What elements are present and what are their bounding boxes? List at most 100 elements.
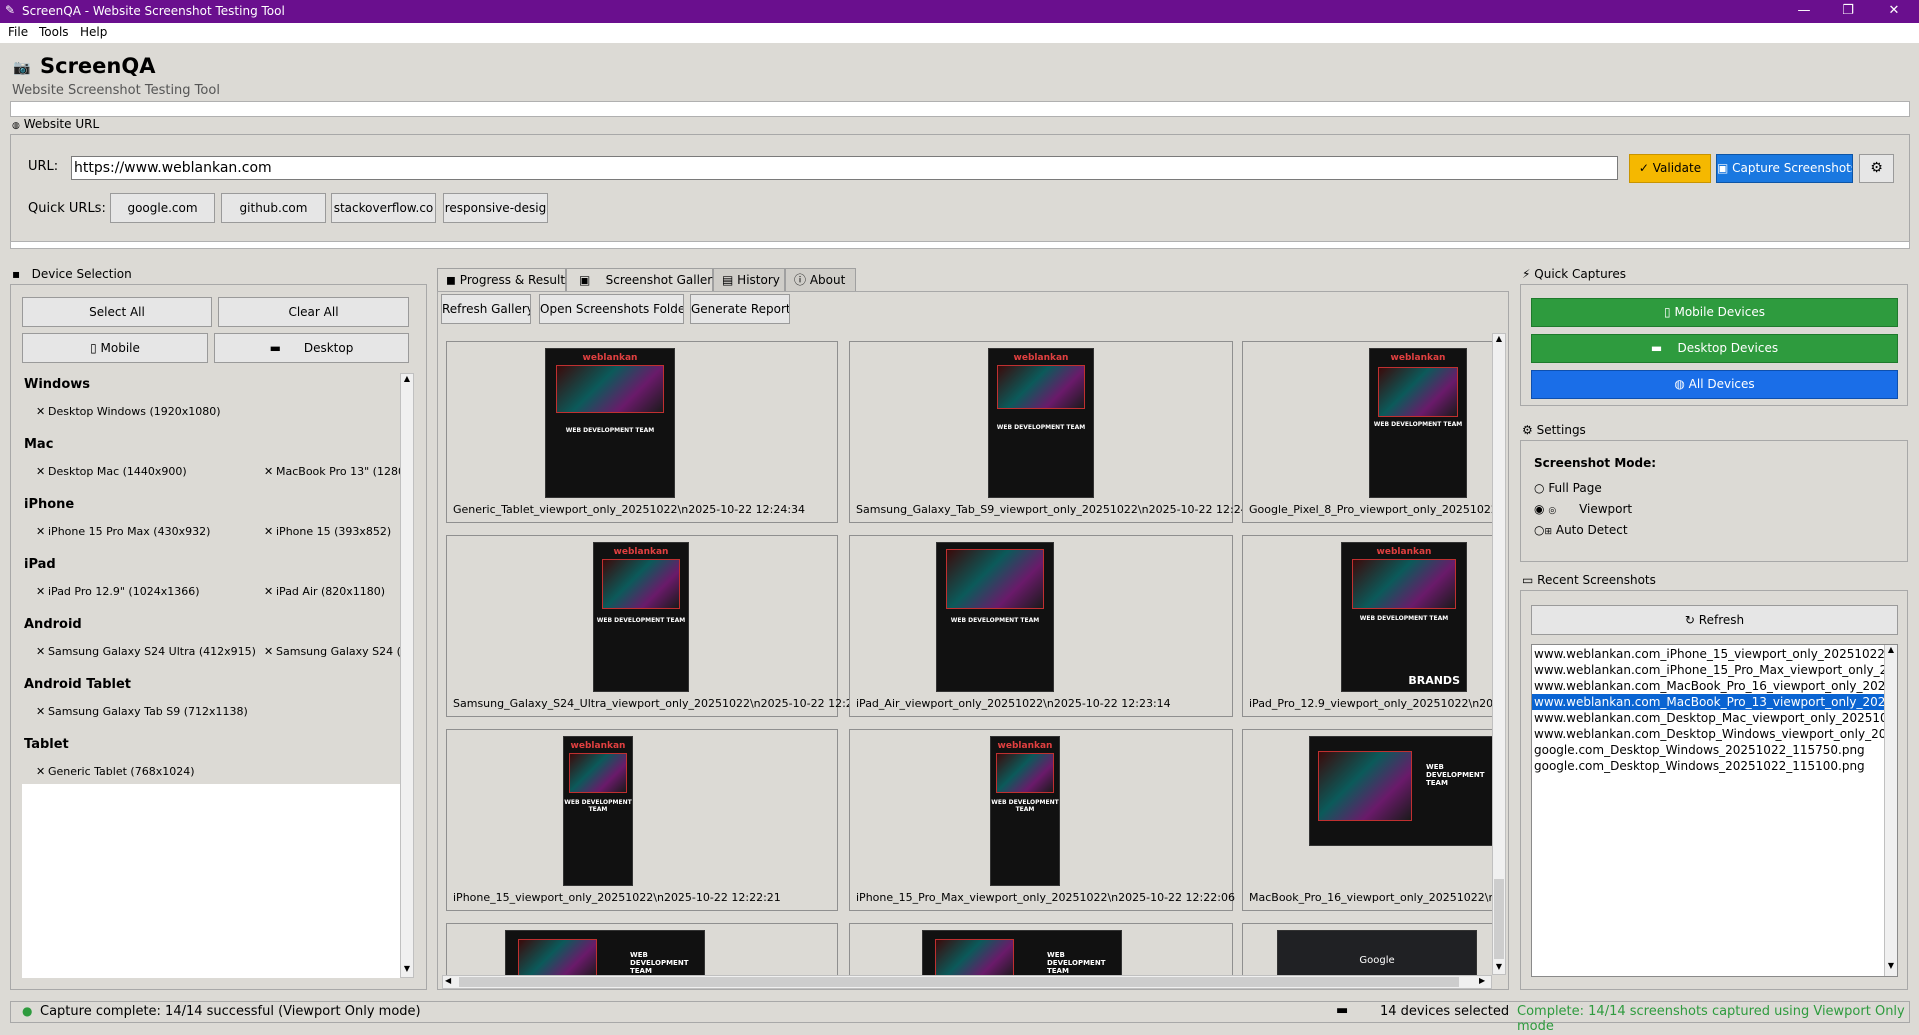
gallery-card[interactable]: WEB DEVELOPMENT TEAM MacBook_Pro_16_view… — [1242, 729, 1492, 911]
device-list — [22, 373, 400, 978]
scroll-right-icon[interactable]: ▶ — [1479, 976, 1485, 985]
gallery-card[interactable]: Google — [1242, 923, 1492, 975]
tab-screenshot-gallery[interactable]: ▣ Screenshot Gallery — [566, 268, 719, 292]
scroll-left-icon[interactable]: ◀ — [445, 976, 451, 985]
screenshot-thumbnail: weblankan WEB DEVELOPMENT TEAM — [1369, 348, 1467, 498]
recent-screenshots-list[interactable]: www.weblankan.com_iPhone_15_viewport_onl… — [1531, 644, 1898, 977]
scroll-thumb[interactable] — [1494, 879, 1504, 959]
list-item[interactable]: www.weblankan.com_iPhone_15_Pro_Max_view… — [1532, 662, 1897, 678]
generate-report-button[interactable]: Generate Report — [690, 294, 790, 324]
gallery-horizontal-scrollbar[interactable]: ◀ ▶ — [442, 975, 1492, 989]
device-checkbox[interactable]: ✕ Desktop Mac (1440x900) — [36, 465, 187, 478]
checked-icon: ✕ — [36, 405, 46, 418]
recent-list-scrollbar[interactable]: ▲ ▼ — [1884, 645, 1897, 976]
capture-screenshots-button[interactable]: ▣ Capture Screenshots — [1716, 154, 1853, 183]
select-all-button[interactable]: Select All — [22, 297, 212, 327]
gallery-card[interactable]: weblankan WEB DEVELOPMENT TEAM Generic_Ta… — [446, 341, 838, 523]
quick-captures-label: ⚡ Quick Captures — [1522, 267, 1626, 281]
checked-icon: ✕ — [36, 705, 46, 718]
menu-help[interactable]: Help — [80, 25, 107, 39]
website-url-group — [10, 134, 1910, 249]
mobile-filter-button[interactable]: ▯ Mobile — [22, 333, 208, 363]
completion-message: Complete: 14/14 screenshots captured usi… — [1517, 1004, 1905, 1034]
gallery-vertical-scrollbar[interactable]: ▲ ▼ — [1492, 333, 1506, 975]
mode-viewport-radio[interactable]: ◉ ◎ Viewport — [1534, 502, 1632, 516]
gallery-card[interactable]: weblankan WEB DEVELOPMENT TEAM Google_Pix… — [1242, 341, 1492, 523]
scroll-down-icon[interactable]: ▼ — [1886, 961, 1896, 970]
quick-mobile-devices-button[interactable]: ▯ Mobile Devices — [1531, 298, 1898, 327]
minimize-button[interactable]: — — [1784, 1, 1824, 21]
gallery-card[interactable]: weblankan WEB DEVELOPMENT TEAM BRANDS iPad… — [1242, 535, 1492, 717]
gallery-card[interactable]: weblankan WEB DEVELOPMENT TEAM Samsung_Ga… — [446, 535, 877, 717]
scroll-thumb[interactable] — [459, 977, 1459, 987]
list-item-selected[interactable]: www.weblankan.com_MacBook_Pro_13_viewpor… — [1532, 694, 1897, 710]
checked-icon: ✕ — [264, 585, 274, 598]
radio-selected-icon: ◉ — [1534, 502, 1545, 516]
device-checkbox[interactable]: ✕ iPad Pro 12.9" (1024x1366) — [36, 585, 200, 598]
devices-icon: ▬ — [1336, 1003, 1349, 1018]
scroll-up-icon[interactable]: ▲ — [402, 374, 412, 383]
device-list-scrollbar[interactable]: ▲ ▼ — [400, 373, 414, 978]
card-label: iPhone_15_Pro_Max_viewport_only_20251022… — [856, 891, 1235, 904]
quick-url-github[interactable]: github.com — [221, 193, 326, 223]
category-windows: Windows — [24, 377, 91, 392]
settings-gear-button[interactable]: ⚙ — [1859, 154, 1894, 183]
quick-url-responsive[interactable]: responsive-desig — [443, 193, 548, 223]
device-checkbox[interactable]: ✕ iPhone 15 Pro Max (430x932) — [36, 525, 210, 538]
list-item[interactable]: www.weblankan.com_iPhone_15_viewport_onl… — [1532, 646, 1897, 662]
gallery-card[interactable]: WEB DEVELOPMENT TEAM — [446, 923, 838, 975]
card-label: MacBook_Pro_16_viewport_only_20251022\n2… — [1249, 891, 1492, 904]
validate-button[interactable]: ✓ Validate — [1629, 154, 1711, 183]
close-button[interactable]: ✕ — [1874, 1, 1914, 21]
scroll-down-icon[interactable]: ▼ — [402, 964, 412, 973]
list-item[interactable]: www.weblankan.com_MacBook_Pro_16_viewpor… — [1532, 678, 1897, 694]
open-folder-button[interactable]: Open Screenshots Folder — [539, 294, 684, 324]
quick-urls-label: Quick URLs: — [28, 201, 106, 216]
quick-desktop-devices-button[interactable]: ▬ Desktop Devices — [1531, 334, 1898, 363]
clear-all-button[interactable]: Clear All — [218, 297, 409, 327]
tab-about[interactable]: ⓘ About — [785, 268, 856, 292]
list-item[interactable]: google.com_Desktop_Windows_20251022_1151… — [1532, 758, 1897, 774]
device-checkbox[interactable]: ✕ MacBook Pro 13" (1280 — [264, 465, 400, 478]
scroll-up-icon[interactable]: ▲ — [1886, 645, 1896, 654]
url-section-divider — [10, 241, 1910, 249]
recent-refresh-button[interactable]: ↻ Refresh — [1531, 605, 1898, 635]
tab-progress-results[interactable]: ◼ Progress & Results — [437, 268, 571, 292]
menu-tools[interactable]: Tools — [39, 25, 69, 39]
scroll-up-icon[interactable]: ▲ — [1494, 334, 1504, 343]
gallery-card[interactable]: WEB DEVELOPMENT TEAM — [849, 923, 1233, 975]
list-item[interactable]: google.com_Desktop_Windows_20251022_1157… — [1532, 742, 1897, 758]
device-checkbox[interactable]: ✕ iPhone 15 (393x852) — [264, 525, 391, 538]
url-input[interactable] — [71, 156, 1618, 180]
device-checkbox[interactable]: ✕ Generic Tablet (768x1024) — [36, 765, 195, 778]
device-icon: ▪ — [12, 267, 21, 281]
list-item[interactable]: www.weblankan.com_Desktop_Windows_viewpo… — [1532, 726, 1897, 742]
device-checkbox[interactable]: ✕ Samsung Galaxy S24 (3 — [264, 645, 400, 658]
gallery-card[interactable]: WEB DEVELOPMENT TEAM iPad_Air_viewport_o… — [849, 535, 1233, 717]
mode-auto-detect-radio[interactable]: ○⊞ Auto Detect — [1534, 523, 1628, 537]
quick-all-devices-button[interactable]: ◍ All Devices — [1531, 370, 1898, 399]
scroll-down-icon[interactable]: ▼ — [1494, 962, 1504, 971]
checked-icon: ✕ — [36, 525, 46, 538]
refresh-gallery-button[interactable]: Refresh Gallery — [441, 294, 531, 324]
desktop-filter-button[interactable]: ▬ Desktop — [214, 333, 409, 363]
device-checkbox[interactable]: ✕ iPad Air (820x1180) — [264, 585, 385, 598]
screenshot-thumbnail: WEB DEVELOPMENT TEAM — [922, 930, 1122, 975]
tab-history[interactable]: ▤ History — [713, 268, 785, 292]
gallery-card[interactable]: weblankan WEB DEVELOPMENT TEAM Samsung_Ga… — [849, 341, 1265, 523]
device-checkbox[interactable]: ✕ Samsung Galaxy Tab S9 (712x1138) — [36, 705, 248, 718]
gallery-card[interactable]: weblankan WEB DEVELOPMENT TEAM iPhone_15_… — [446, 729, 838, 911]
card-label: iPad_Pro_12.9_viewport_only_20251022\n20… — [1249, 697, 1492, 710]
auto-detect-icon: ⊞ — [1544, 527, 1553, 537]
maximize-button[interactable]: ❐ — [1828, 1, 1868, 21]
category-iphone: iPhone — [24, 497, 75, 512]
quick-url-google[interactable]: google.com — [110, 193, 215, 223]
list-item[interactable]: www.weblankan.com_Desktop_Mac_viewport_o… — [1532, 710, 1897, 726]
device-checkbox[interactable]: ✕ Samsung Galaxy S24 Ultra (412x915) — [36, 645, 256, 658]
menu-file[interactable]: File — [8, 25, 28, 39]
device-checkbox[interactable]: ✕ Desktop Windows (1920x1080) — [36, 405, 221, 418]
mode-full-page-radio[interactable]: ○ Full Page — [1534, 481, 1602, 495]
gallery-card[interactable]: weblankan WEB DEVELOPMENT TEAM iPhone_15_… — [849, 729, 1235, 911]
category-mac: Mac — [24, 437, 54, 452]
quick-url-stackoverflow[interactable]: stackoverflow.co — [331, 193, 436, 223]
